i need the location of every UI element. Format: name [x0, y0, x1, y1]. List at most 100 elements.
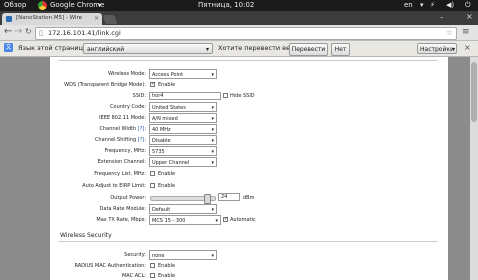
channel-shifting-label: Channel Shifting [?]: — [94, 137, 146, 143]
back-icon[interactable]: ← — [4, 26, 12, 37]
radius-mac-checkbox[interactable] — [150, 263, 155, 268]
activities-button[interactable]: Обзор — [4, 1, 26, 10]
mac-acl-checkbox[interactable] — [150, 273, 155, 278]
translate-button[interactable]: Перевести — [289, 43, 328, 56]
country-code-select[interactable]: United States ▾ — [149, 102, 217, 112]
channel-width-label: Channel Width [?]: — [99, 126, 147, 132]
close-window-icon[interactable]: × — [466, 12, 473, 21]
max-tx-rate-select[interactable]: MCS 15 - 300 ▾ — [149, 215, 221, 225]
channel-shifting-text: Channel Shifting — [94, 137, 137, 143]
channel-width-value: 40 MHz — [152, 127, 171, 133]
settings-chevron-icon: ▾ — [451, 46, 455, 53]
automatic-checkbox[interactable]: ✓ — [223, 216, 228, 222]
mac-acl-label: MAC ACL: — [121, 273, 146, 279]
url-text: 172.16.101.41/link.cgi — [48, 29, 121, 37]
frequency-label: Frequency, MHz: — [104, 148, 146, 154]
channel-width-select[interactable]: 40 MHz ▾ — [149, 124, 217, 134]
dropdown-icon: ▾ — [211, 72, 214, 78]
ieee-mode-label: IEEE 802.11 Mode: — [99, 115, 146, 121]
menu-icon[interactable]: ≡ — [462, 27, 470, 37]
wds-checkbox[interactable]: ✓ — [150, 81, 155, 87]
settings-content — [50, 57, 448, 280]
eirp-enable-text: Enable — [158, 183, 176, 189]
translate-question: Хотите перевести ее? — [218, 44, 294, 52]
forward-icon[interactable]: → — [14, 26, 22, 37]
chevron-down-icon: ▾ — [98, 2, 102, 9]
radius-mac-label: RADIUS MAC Authentication: — [74, 263, 146, 269]
divider — [58, 60, 438, 61]
dropdown-icon: ▾ — [211, 160, 214, 166]
browser-tab[interactable]: [NanoStation M5] - Wire × — [2, 13, 102, 25]
star-icon[interactable]: ☆ — [446, 28, 453, 37]
dropdown-icon: ▾ — [211, 105, 214, 111]
dropdown-icon: ▾ — [215, 218, 218, 224]
page-language-select[interactable]: английский ▾ — [83, 43, 213, 54]
channel-width-help-link[interactable]: [?] — [138, 126, 145, 132]
wireless-mode-select[interactable]: Access Point ▾ — [149, 69, 217, 79]
channel-shifting-value: Disable — [152, 138, 171, 144]
top-panel: Обзор Google Chrome ▾ Пятница, 10:02 en … — [0, 0, 478, 11]
country-code-label: Country Code: — [110, 104, 146, 110]
dropdown-icon: ▾ — [211, 253, 214, 259]
settings-button[interactable]: Настройки ▾ — [417, 43, 457, 54]
page-language-label: Язык этой страницы — [18, 44, 89, 52]
channel-shifting-select[interactable]: Disable ▾ — [149, 135, 217, 145]
frequency-list-checkbox[interactable] — [150, 171, 155, 176]
layout-chevron-icon: ▾ — [420, 1, 424, 9]
dropdown-icon: ▾ — [211, 207, 214, 213]
ssid-label: SSID: — [132, 93, 146, 99]
close-tab-icon[interactable]: × — [94, 15, 99, 22]
output-power-slider-thumb[interactable] — [204, 194, 211, 204]
max-tx-rate-label: Max TX Rate, Mbps: — [96, 217, 146, 223]
frequency-value: 5735 — [152, 149, 165, 155]
address-bar[interactable]: ▯ 172.16.101.41/link.cgi ☆ — [35, 27, 457, 40]
select-chevron-icon: ▾ — [205, 46, 209, 53]
hide-ssid-checkbox[interactable] — [223, 93, 228, 98]
keyboard-layout[interactable]: en — [404, 1, 413, 10]
extension-channel-select[interactable]: Upper Channel ▾ — [149, 157, 217, 167]
network-icon[interactable]: ⚡ — [430, 1, 435, 10]
hide-ssid-text: Hide SSID — [230, 93, 255, 99]
eirp-checkbox[interactable] — [150, 183, 155, 188]
ssid-input[interactable]: hor4 — [149, 92, 221, 100]
security-select[interactable]: none ▾ — [149, 250, 217, 260]
eirp-label: Auto Adjust to EIRP Limit: — [82, 183, 146, 189]
dropdown-icon: ▾ — [211, 149, 214, 155]
volume-icon[interactable]: ◀) — [446, 1, 454, 10]
country-code-value: United States — [152, 105, 186, 111]
output-power-input[interactable]: 24 — [218, 193, 240, 201]
clock[interactable]: Пятница, 10:02 — [198, 1, 254, 10]
security-value: none — [152, 253, 165, 259]
power-icon[interactable]: ⏻ — [465, 1, 471, 10]
frequency-select[interactable]: 5735 ▾ — [149, 146, 217, 156]
data-rate-module-select[interactable]: Default ▾ — [149, 204, 217, 214]
wds-enable-text: Enable — [158, 82, 176, 88]
frequency-list-label: Frequency List, MHz: — [94, 171, 146, 177]
ieee-mode-value: A/N mixed — [152, 116, 178, 122]
output-power-unit: dBm — [243, 195, 255, 201]
close-translate-icon[interactable]: × — [464, 43, 471, 52]
settings-label: Настройки — [420, 46, 454, 53]
scrollbar-thumb[interactable] — [471, 62, 477, 122]
data-rate-module-label: Data Rate Module: — [99, 206, 146, 212]
reload-icon[interactable]: ↻ — [25, 27, 32, 36]
no-button[interactable]: Нет — [331, 43, 350, 56]
data-rate-module-value: Default — [152, 207, 171, 213]
chrome-logo-icon — [38, 1, 47, 10]
dropdown-icon: ▾ — [211, 127, 214, 133]
ieee-mode-select[interactable]: A/N mixed ▾ — [149, 113, 217, 123]
dropdown-icon: ▾ — [211, 116, 214, 122]
page-language-value: английский — [87, 46, 125, 53]
wireless-mode-value: Access Point — [152, 72, 184, 78]
output-power-label: Output Power: — [110, 195, 146, 201]
app-menu[interactable]: Google Chrome — [50, 1, 104, 10]
minimize-icon[interactable]: – — [440, 13, 444, 21]
page-icon: ▯ — [39, 29, 43, 37]
wireless-mode-label: Wireless Mode: — [108, 71, 146, 77]
channel-width-text: Channel Width — [99, 126, 137, 132]
security-label: Security: — [124, 252, 146, 258]
extension-channel-label: Extension Channel: — [97, 159, 146, 165]
dropdown-icon: ▾ — [211, 138, 214, 144]
wds-label: WDS (Transparent Bridge Mode): — [64, 82, 146, 88]
channel-shifting-help-link[interactable]: [?] — [138, 137, 145, 143]
